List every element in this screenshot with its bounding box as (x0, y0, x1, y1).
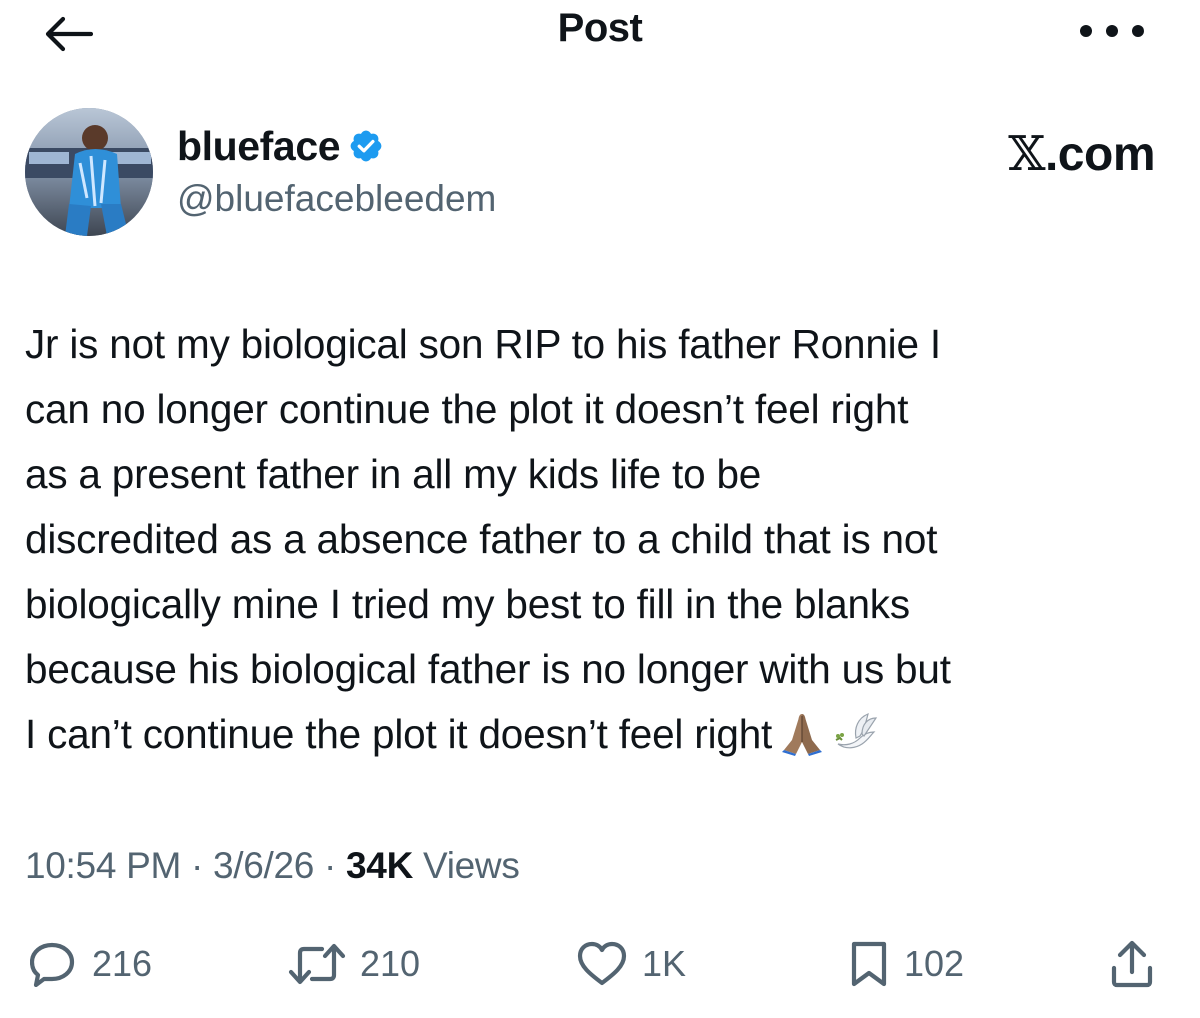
user-handle[interactable]: @bluefacebleedem (177, 178, 496, 220)
watermark-domain: .com (1044, 128, 1156, 181)
verified-badge-icon (348, 128, 384, 164)
views-count: 34K (346, 845, 414, 886)
reply-count: 216 (92, 943, 153, 984)
avatar[interactable] (25, 108, 153, 236)
display-name[interactable]: blueface (177, 123, 341, 170)
x-logo-icon: 𝕏 (1008, 126, 1045, 182)
more-horizontal-icon (1080, 25, 1092, 37)
action-bar: 216 210 1K 102 (0, 930, 1200, 1000)
more-dot (1132, 25, 1144, 37)
bookmark-button[interactable]: 102 (848, 938, 964, 990)
share-icon (1111, 940, 1153, 988)
dove-emoji-icon (832, 710, 880, 756)
repost-count: 210 (360, 943, 421, 984)
repost-icon (288, 943, 346, 985)
meta-separator: · (314, 845, 347, 886)
post-author: blueface @bluefacebleedem 𝕏.com (25, 100, 1175, 240)
repost-button[interactable]: 210 (288, 938, 420, 990)
meta-separator: · (180, 845, 213, 886)
post-text: Jr is not my biological son RIP to his f… (25, 312, 1185, 767)
folded-hands-emoji-icon (778, 710, 826, 756)
like-button[interactable]: 1K (576, 938, 686, 990)
avatar-image (25, 108, 153, 236)
reply-button[interactable]: 216 (30, 938, 152, 990)
more-options-button[interactable] (1080, 18, 1144, 44)
xcom-watermark: 𝕏.com (1008, 126, 1155, 182)
post-meta: 10:54 PM · 3/6/26 · 34K Views (25, 845, 520, 887)
display-name-row: blueface (177, 122, 384, 170)
post-body: Jr is not my biological son RIP to his f… (25, 321, 951, 757)
top-bar: Post (0, 0, 1200, 62)
heart-icon (577, 941, 627, 986)
share-button[interactable] (1110, 938, 1154, 990)
views-label: Views (413, 845, 520, 886)
page-title: Post (557, 6, 643, 50)
more-dot (1106, 25, 1118, 37)
like-count: 1K (642, 943, 687, 984)
bookmark-count: 102 (904, 943, 965, 984)
bookmark-icon (851, 941, 887, 987)
reply-icon (30, 942, 75, 987)
post-date[interactable]: 3/6/26 (213, 845, 314, 886)
post-time[interactable]: 10:54 PM (25, 845, 181, 886)
